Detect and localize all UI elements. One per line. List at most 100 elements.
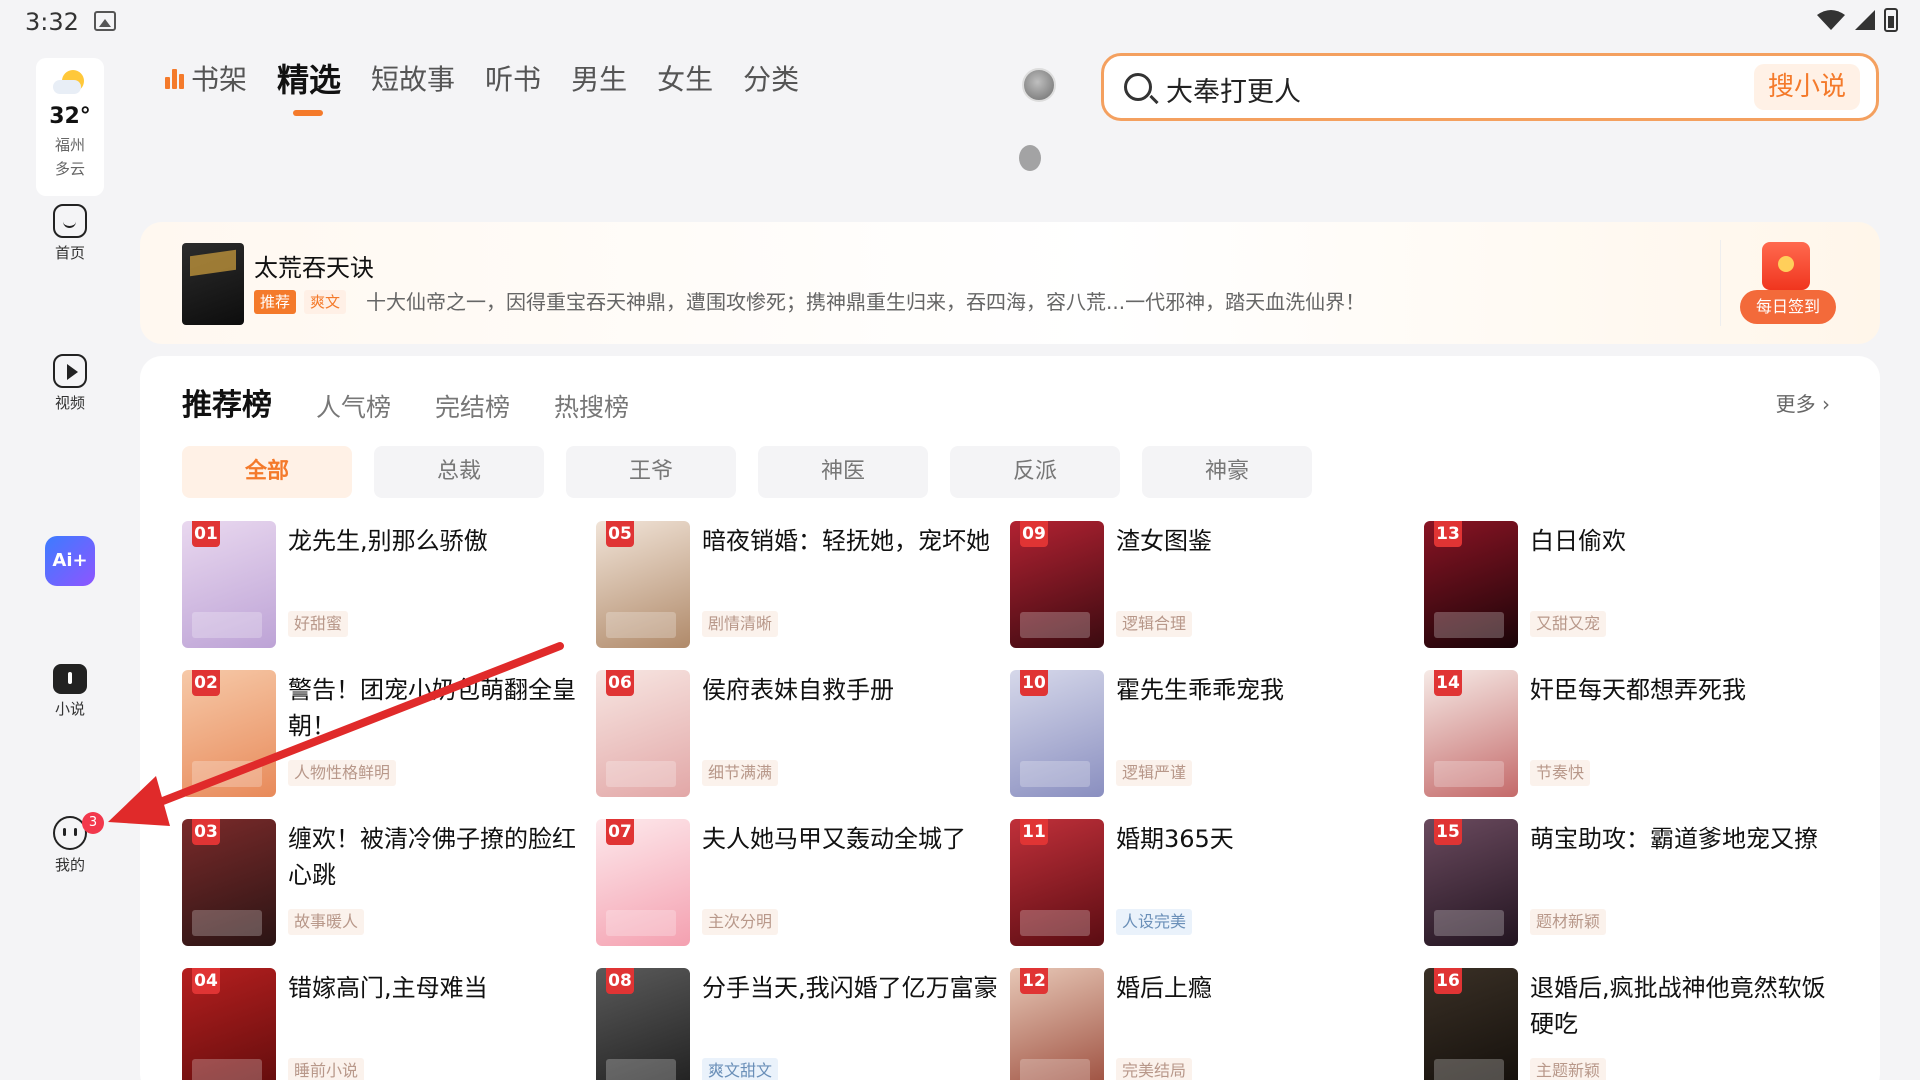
rank-number: 08	[606, 968, 634, 994]
book-item[interactable]: 12 婚后上瘾 完美结局	[1010, 968, 1410, 1080]
side-nav-label: 小说	[54, 700, 85, 718]
book-title[interactable]: 警告！团宠小奶包萌翻全皇朝！	[288, 672, 598, 744]
book-title[interactable]: 白日偷欢	[1530, 523, 1840, 559]
status-bar: 3:32	[0, 0, 1920, 44]
book-tag: 睡前小说	[288, 1058, 365, 1080]
book-item[interactable]: 08 分手当天,我闪婚了亿万富豪 爽文甜文	[596, 968, 998, 1080]
book-item[interactable]: 05 暗夜销婚：轻抚她，宠坏她 剧情清晰	[596, 521, 996, 651]
book-tag: 主题新颖	[1530, 1058, 1607, 1080]
chip-tycoon[interactable]: 神豪	[1142, 446, 1312, 498]
book-title[interactable]: 婚后上瘾	[1116, 970, 1426, 1006]
promo-book-cover[interactable]	[182, 243, 244, 325]
book-cover[interactable]: 01	[182, 521, 276, 648]
ai-icon: Ai+	[45, 536, 95, 586]
user-avatar[interactable]	[1022, 68, 1056, 102]
book-item[interactable]: 09 渣女图鉴 逻辑合理	[1010, 521, 1410, 651]
book-title[interactable]: 龙先生,别那么骄傲	[288, 523, 598, 559]
book-item[interactable]: 16 退婚后,疯批战神他竟然软饭硬吃 主题新颖	[1424, 968, 1826, 1080]
weather-widget[interactable]: 32° 福州 多云	[36, 58, 104, 196]
chip-doctor[interactable]: 神医	[758, 446, 928, 498]
tab-short-stories[interactable]: 短故事	[371, 60, 455, 100]
weather-city: 福州	[54, 136, 85, 154]
tab-female[interactable]: 女生	[657, 60, 713, 100]
book-tag: 主次分明	[702, 909, 779, 935]
book-cover[interactable]: 07	[596, 819, 690, 946]
tab-male[interactable]: 男生	[571, 60, 627, 100]
promo-title[interactable]: 太荒吞天诀	[254, 248, 374, 283]
promo-banner[interactable]: 太荒吞天诀 推荐 爽文 十大仙帝之一，因得重宝吞天神鼎，遭围攻惨死；携神鼎重生归…	[140, 222, 1880, 344]
tab-category[interactable]: 分类	[743, 60, 799, 100]
rank-number: 13	[1434, 521, 1462, 547]
book-title[interactable]: 渣女图鉴	[1116, 523, 1426, 559]
book-cover[interactable]: 02	[182, 670, 276, 797]
weather-condition: 多云	[54, 160, 85, 178]
book-cover[interactable]: 13	[1424, 521, 1518, 648]
book-item[interactable]: 03 缠欢！被清冷佛子撩的脸红心跳 故事暖人	[182, 819, 582, 949]
search-bar[interactable]: 大奉打更人 搜小说	[1101, 53, 1879, 121]
book-cover[interactable]: 08	[596, 968, 690, 1080]
side-nav-label: 首页	[54, 244, 85, 262]
book-item[interactable]: 14 奸臣每天都想弄死我 节奏快	[1424, 670, 1824, 800]
chip-prince[interactable]: 王爷	[566, 446, 736, 498]
book-title[interactable]: 分手当天,我闪婚了亿万富豪	[702, 970, 1012, 1006]
book-cover[interactable]: 12	[1010, 968, 1104, 1080]
book-cover[interactable]: 09	[1010, 521, 1104, 648]
book-item[interactable]: 10 霍先生乖乖宠我 逻辑严谨	[1010, 670, 1410, 800]
book-title[interactable]: 婚期365天	[1116, 821, 1426, 857]
book-item[interactable]: 11 婚期365天 人设完美	[1010, 819, 1410, 949]
book-cover[interactable]: 05	[596, 521, 690, 648]
book-item[interactable]: 07 夫人她马甲又轰动全城了 主次分明	[596, 819, 996, 949]
rank-tab-popular[interactable]: 人气榜	[316, 388, 391, 424]
book-item[interactable]: 06 侯府表妹自救手册 细节满满	[596, 670, 996, 800]
side-nav-home[interactable]: 首页	[30, 204, 110, 263]
chip-all[interactable]: 全部	[182, 446, 352, 498]
side-nav-video[interactable]: 视频	[30, 354, 110, 413]
rank-tab-hot-search[interactable]: 热搜榜	[554, 388, 629, 424]
book-cover[interactable]: 10	[1010, 670, 1104, 797]
book-cover[interactable]: 03	[182, 819, 276, 946]
book-cover[interactable]: 04	[182, 968, 276, 1080]
book-item[interactable]: 04 错嫁高门,主母难当 睡前小说	[182, 968, 582, 1080]
book-item[interactable]: 13 白日偷欢 又甜又宠	[1424, 521, 1824, 651]
rank-number: 06	[606, 670, 634, 696]
book-title[interactable]: 错嫁高门,主母难当	[288, 970, 598, 1006]
video-icon	[53, 354, 87, 388]
search-button[interactable]: 搜小说	[1754, 64, 1860, 110]
book-tag: 细节满满	[702, 760, 779, 786]
novel-icon	[53, 664, 87, 694]
tab-featured[interactable]: 精选	[277, 60, 341, 116]
side-nav-profile[interactable]: 3 我的	[30, 812, 110, 875]
rank-tab-recommended[interactable]: 推荐榜	[182, 380, 272, 424]
book-item[interactable]: 15 萌宝助攻：霸道爹地宠又撩 题材新颖	[1424, 819, 1824, 949]
more-link[interactable]: 更多 ›	[1776, 388, 1830, 417]
chip-villain[interactable]: 反派	[950, 446, 1120, 498]
chip-ceo[interactable]: 总裁	[374, 446, 544, 498]
book-cover[interactable]: 16	[1424, 968, 1518, 1080]
book-cover[interactable]: 14	[1424, 670, 1518, 797]
book-tag: 爽文甜文	[702, 1058, 779, 1080]
book-title[interactable]: 暗夜销婚：轻抚她，宠坏她	[702, 523, 1012, 559]
book-title[interactable]: 萌宝助攻：霸道爹地宠又撩	[1530, 821, 1840, 857]
search-input[interactable]: 大奉打更人	[1166, 70, 1301, 109]
book-title[interactable]: 侯府表妹自救手册	[702, 672, 1012, 708]
chevron-right-icon: ›	[1822, 392, 1830, 416]
book-title[interactable]: 霍先生乖乖宠我	[1116, 672, 1426, 708]
book-item[interactable]: 01 龙先生,别那么骄傲 好甜蜜	[182, 521, 582, 651]
book-cover[interactable]: 11	[1010, 819, 1104, 946]
daily-signin-button[interactable]: 每日签到	[1740, 290, 1836, 324]
floating-dot[interactable]	[1019, 145, 1041, 171]
side-nav-ai[interactable]: Ai+	[30, 536, 110, 586]
book-title[interactable]: 缠欢！被清冷佛子撩的脸红心跳	[288, 821, 598, 893]
book-title[interactable]: 退婚后,疯批战神他竟然软饭硬吃	[1530, 970, 1840, 1042]
book-cover[interactable]: 15	[1424, 819, 1518, 946]
side-nav-novel[interactable]: 小说	[30, 664, 110, 719]
book-title[interactable]: 奸臣每天都想弄死我	[1530, 672, 1840, 708]
tab-bookshelf[interactable]: 书架	[165, 60, 247, 100]
promo-tag-genre: 爽文	[304, 290, 347, 314]
red-envelope-icon[interactable]	[1762, 242, 1810, 290]
tab-audiobooks[interactable]: 听书	[485, 60, 541, 100]
book-item[interactable]: 02 警告！团宠小奶包萌翻全皇朝！ 人物性格鲜明	[182, 670, 582, 800]
book-cover[interactable]: 06	[596, 670, 690, 797]
rank-tab-completed[interactable]: 完结榜	[435, 388, 510, 424]
book-title[interactable]: 夫人她马甲又轰动全城了	[702, 821, 1012, 857]
